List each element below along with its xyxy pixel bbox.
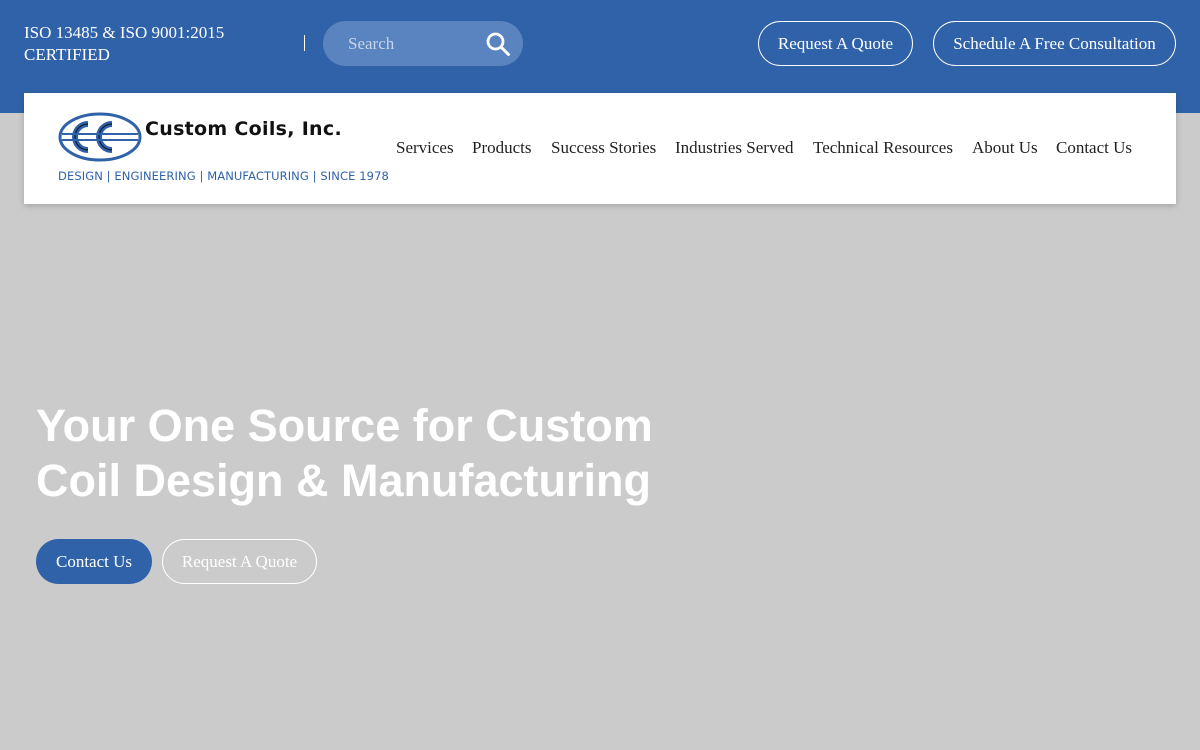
search-box bbox=[323, 21, 523, 66]
search-input[interactable] bbox=[323, 21, 473, 66]
nav-item-technical-resources[interactable]: Technical Resources bbox=[813, 138, 953, 158]
nav-item-about-us[interactable]: About Us bbox=[972, 138, 1038, 158]
nav-item-success-stories[interactable]: Success Stories bbox=[551, 138, 656, 158]
request-quote-button[interactable]: Request A Quote bbox=[758, 21, 913, 66]
top-bar-divider bbox=[304, 35, 305, 51]
nav-item-products[interactable]: Products bbox=[472, 138, 532, 158]
logo-tagline: DESIGN | ENGINEERING | MANUFACTURING | S… bbox=[58, 169, 389, 183]
hero-contact-button[interactable]: Contact Us bbox=[36, 539, 152, 584]
hero-title-line-2: Coil Design & Manufacturing bbox=[36, 455, 652, 506]
search-icon[interactable] bbox=[485, 31, 511, 57]
hero-request-quote-button[interactable]: Request A Quote bbox=[162, 539, 317, 584]
logo-company-name: Custom Coils, Inc. bbox=[145, 118, 342, 140]
hero-title: Your One Source for Custom Coil Design &… bbox=[36, 398, 716, 508]
nav-item-services[interactable]: Services bbox=[396, 138, 454, 158]
certification-text: ISO 13485 & ISO 9001:2015 CERTIFIED bbox=[24, 23, 225, 64]
nav-item-contact-us[interactable]: Contact Us bbox=[1056, 138, 1132, 158]
main-header: Custom Coils, Inc. DESIGN | ENGINEERING … bbox=[24, 93, 1176, 204]
schedule-consultation-button[interactable]: Schedule A Free Consultation bbox=[933, 21, 1176, 66]
nav-item-industries-served[interactable]: Industries Served bbox=[675, 138, 794, 158]
hero-title-line-1: Your One Source for Custom bbox=[36, 400, 653, 451]
cc-logo-icon bbox=[58, 112, 142, 162]
company-logo[interactable]: Custom Coils, Inc. DESIGN | ENGINEERING … bbox=[58, 112, 389, 187]
